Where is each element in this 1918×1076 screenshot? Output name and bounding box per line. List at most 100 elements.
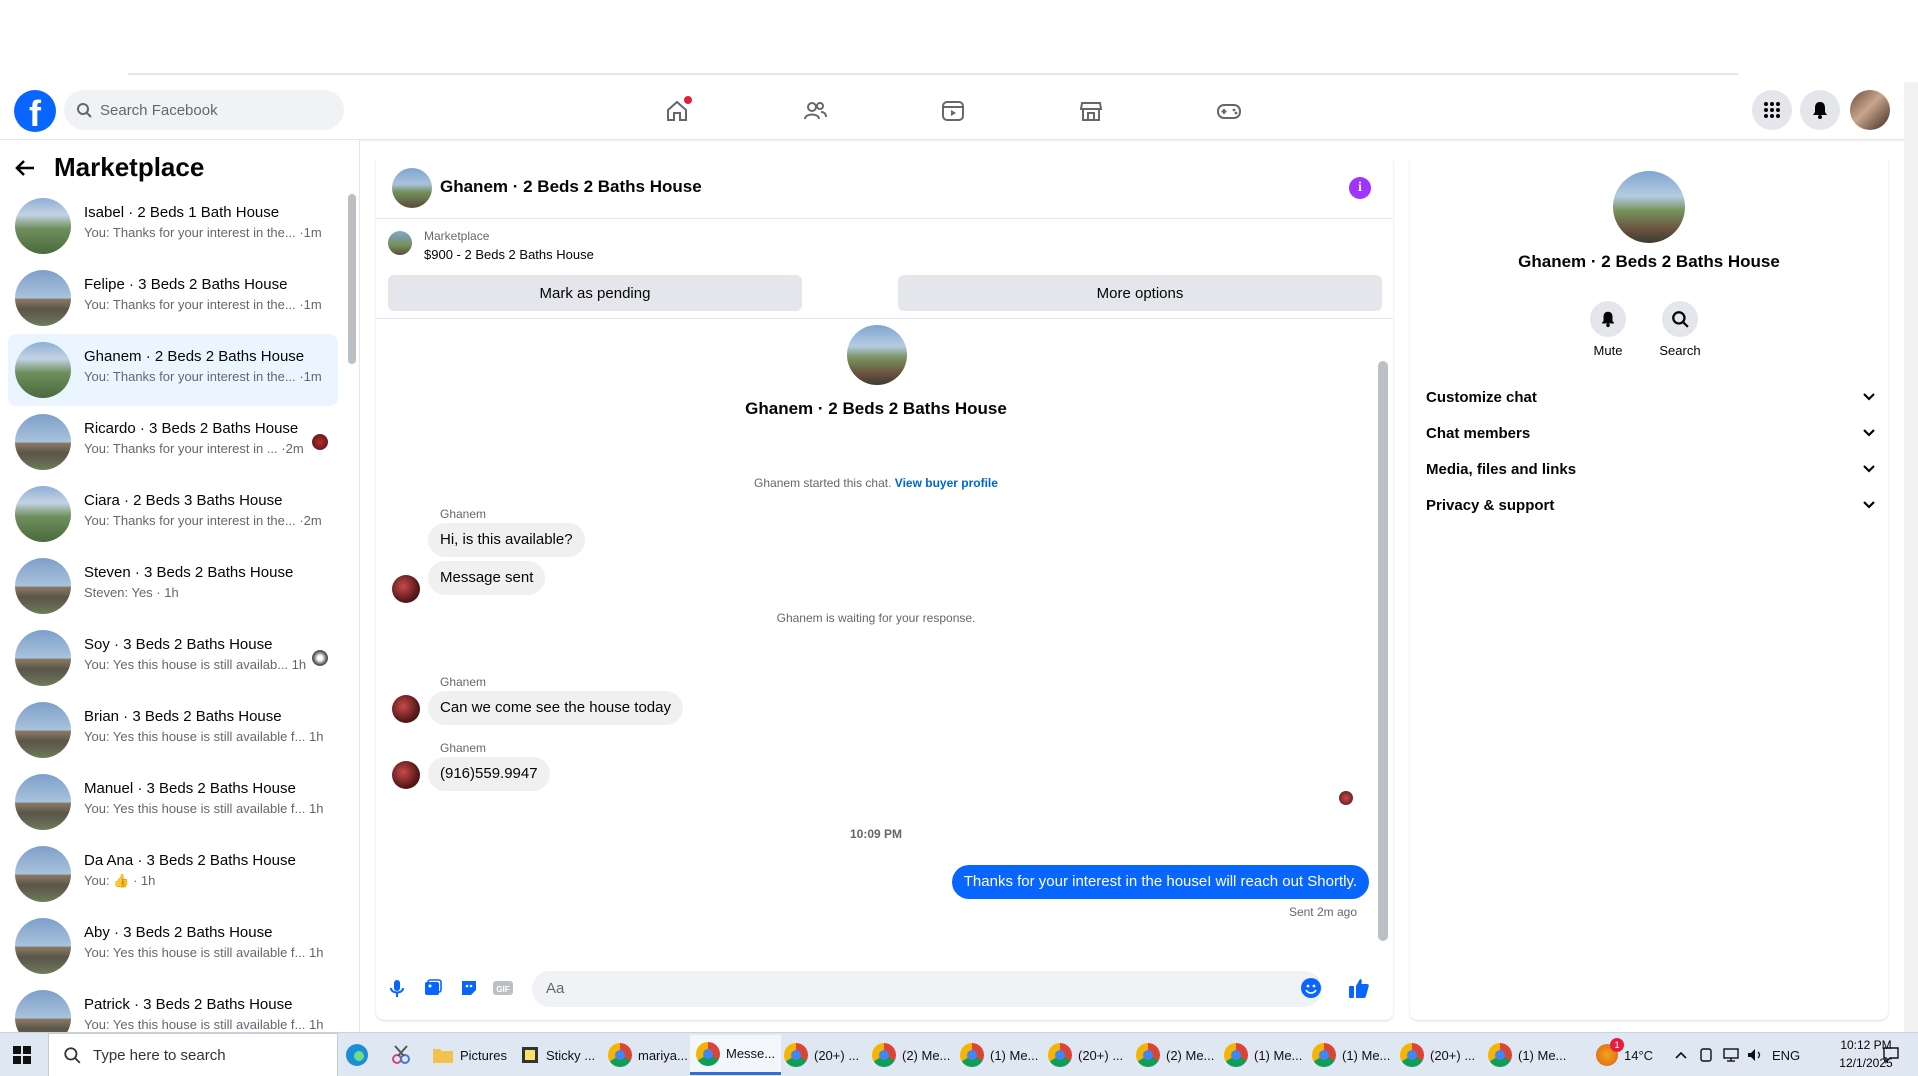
chrome-icon <box>872 1043 896 1067</box>
windows-start-icon[interactable] <box>12 1033 32 1076</box>
conversation-item[interactable]: Brian · 3 Beds 2 Baths House You: Yes thi… <box>8 694 338 766</box>
details-name: Ghanem · 2 Beds 2 Baths House <box>1518 252 1780 271</box>
conversation-item[interactable]: Aby · 3 Beds 2 Baths House You: Yes this … <box>8 910 338 982</box>
sent-status: Sent 2m ago <box>1288 905 1357 919</box>
mark-as-pending-button[interactable]: Mark as pending <box>388 275 802 311</box>
emoji-icon[interactable] <box>1298 975 1324 1001</box>
conversation-name: Patrick · 3 Beds 2 Baths House <box>84 996 293 1013</box>
language-indicator[interactable]: ENG <box>1772 1033 1800 1076</box>
sender-avatar[interactable] <box>392 761 420 789</box>
conversation-preview: You: Thanks for your interest in the... … <box>84 225 322 240</box>
listing-thumbnail[interactable] <box>388 231 412 255</box>
chrome-icon <box>1136 1043 1160 1067</box>
message-bubble[interactable]: (916)559.9947 <box>428 757 550 791</box>
listing-price[interactable]: $900 - 2 Beds 2 Baths House <box>424 247 594 262</box>
search-facebook-input[interactable]: Search Facebook <box>64 90 344 130</box>
conversation-item[interactable]: Manuel · 3 Beds 2 Baths House You: Yes th… <box>8 766 338 838</box>
chat-title[interactable]: Ghanem · 2 Beds 2 Baths House <box>440 177 702 197</box>
conversation-item[interactable]: Da Ana · 3 Beds 2 Baths House You: 👍 · 1h <box>8 838 338 910</box>
avatar <box>15 486 71 542</box>
info-icon[interactable]: i <box>1349 177 1371 199</box>
facebook-logo-icon[interactable]: f <box>14 90 56 132</box>
conversation-preview: You: Thanks for your interest in the... … <box>84 513 322 528</box>
message-bubble[interactable]: Message sent <box>428 561 546 595</box>
taskbar-app-chrome[interactable]: (20+) ... <box>1394 1035 1481 1075</box>
more-options-button[interactable]: More options <box>898 275 1382 311</box>
view-buyer-profile-link[interactable]: View buyer profile <box>895 476 998 490</box>
sender-name: Ghanem <box>440 675 487 689</box>
photo-icon[interactable] <box>420 975 446 1001</box>
chat-scrollbar[interactable] <box>1378 361 1388 941</box>
taskbar-app-label: (20+) ... <box>1430 1047 1476 1063</box>
conversation-name: Manuel · 3 Beds 2 Baths House <box>84 780 296 797</box>
message-input[interactable]: Aa <box>532 971 1322 1007</box>
menu-grid-icon[interactable] <box>1752 90 1792 130</box>
marketplace-icon[interactable] <box>1074 94 1108 128</box>
mute-button[interactable]: Mute <box>1578 301 1638 358</box>
taskbar-app-label: Pictures <box>460 1047 507 1063</box>
taskbar-search-input[interactable]: Type here to search <box>48 1033 338 1076</box>
conversation-name: Isabel · 2 Beds 1 Bath House <box>84 204 280 221</box>
edge-icon[interactable] <box>344 1033 370 1076</box>
taskbar-app-chrome[interactable]: (20+) ... <box>1042 1035 1129 1075</box>
taskbar-app-chrome[interactable]: (1) Me... <box>1482 1035 1572 1075</box>
taskbar-app-sticky[interactable]: Sticky ... <box>514 1035 601 1075</box>
battery-icon[interactable] <box>1698 1033 1714 1076</box>
my-message-bubble[interactable]: Thanks for your interest in the houseI w… <box>951 865 1369 899</box>
privacy-support-section[interactable]: Privacy & support <box>1426 483 1876 527</box>
taskbar-app-chrome[interactable]: (1) Me... <box>954 1035 1044 1075</box>
taskbar-app-chrome[interactable]: (20+) ... <box>778 1035 865 1075</box>
conversation-item-active[interactable]: Ghanem · 2 Beds 2 Baths House You: Thanks… <box>8 334 338 406</box>
conversation-item[interactable]: Isabel · 2 Beds 1 Bath House You: Thanks … <box>8 190 338 262</box>
conversation-preview: You: 👍 · 1h <box>84 873 156 888</box>
thumbs-up-icon[interactable] <box>1346 975 1372 1001</box>
conversation-item[interactable]: Ciara · 2 Beds 3 Baths House You: Thanks … <box>8 478 338 550</box>
message-bubble[interactable]: Can we come see the house today <box>428 691 683 725</box>
conversation-list-scrollbar[interactable] <box>348 194 356 364</box>
chat-avatar[interactable] <box>392 168 432 208</box>
conversation-name: Felipe · 3 Beds 2 Baths House <box>84 276 288 293</box>
message-bubble[interactable]: Hi, is this available? <box>428 523 585 557</box>
notifications-center-icon[interactable] <box>1882 1033 1900 1076</box>
taskbar-app-chrome[interactable]: mariya... <box>602 1035 694 1075</box>
taskbar-app-chrome[interactable]: (1) Me... <box>1306 1035 1396 1075</box>
conversation-item[interactable]: Steven · 3 Beds 2 Baths House Steven: Yes… <box>8 550 338 622</box>
taskbar-app-chrome[interactable]: (2) Me... <box>1130 1035 1220 1075</box>
video-icon[interactable] <box>936 94 970 128</box>
taskbar-app-chrome-active[interactable]: Messe... <box>690 1035 782 1075</box>
network-icon[interactable] <box>1722 1033 1740 1076</box>
gaming-icon[interactable] <box>1212 94 1246 128</box>
conversation-name: Brian · 3 Beds 2 Baths House <box>84 708 282 725</box>
conversation-item[interactable]: Soy · 3 Beds 2 Baths House You: Yes this … <box>8 622 338 694</box>
friends-icon[interactable] <box>798 94 832 128</box>
gif-icon[interactable]: GIF <box>490 975 516 1001</box>
snipping-tool-icon[interactable] <box>388 1033 414 1076</box>
chat-details-pane: Ghanem · 2 Beds 2 Baths House Mute Searc… <box>1410 155 1888 1020</box>
volume-icon[interactable] <box>1746 1033 1764 1076</box>
conversation-preview: You: Thanks for your interest in the... … <box>84 297 322 312</box>
taskbar-app-chrome[interactable]: (2) Me... <box>866 1035 956 1075</box>
conversation-item[interactable]: Patrick · 3 Beds 2 Baths House You: Yes t… <box>8 982 338 1032</box>
details-avatar[interactable] <box>1613 171 1685 243</box>
taskbar-search-placeholder: Type here to search <box>93 1046 226 1064</box>
sender-avatar[interactable] <box>392 695 420 723</box>
taskbar-app-chrome[interactable]: (1) Me... <box>1218 1035 1308 1075</box>
chat-intro-avatar[interactable] <box>847 325 907 385</box>
microphone-icon[interactable] <box>384 975 410 1001</box>
sender-avatar[interactable] <box>392 575 420 603</box>
avatar <box>15 198 71 254</box>
search-in-chat-button[interactable]: Search <box>1650 301 1710 358</box>
home-icon[interactable] <box>660 94 694 128</box>
conversation-item[interactable]: Felipe · 3 Beds 2 Baths House You: Thanks… <box>8 262 338 334</box>
notifications-bell-icon[interactable] <box>1800 90 1840 130</box>
taskbar-app-pictures[interactable]: Pictures <box>426 1035 513 1075</box>
sticker-icon[interactable] <box>456 975 482 1001</box>
weather-widget[interactable]: 1 14°C <box>1596 1033 1653 1076</box>
show-hidden-icons-chevron-up-icon[interactable] <box>1674 1033 1688 1076</box>
back-arrow-icon[interactable] <box>14 157 36 179</box>
conversation-preview: You: Yes this house is still available f… <box>84 945 324 960</box>
message-thread: Ghanem · 2 Beds 2 Baths House Ghanem sta… <box>376 321 1393 955</box>
account-avatar[interactable] <box>1850 90 1890 130</box>
conversation-item[interactable]: Ricardo · 3 Beds 2 Baths House You: Thank… <box>8 406 338 478</box>
page-scrollbar[interactable] <box>1904 82 1918 1032</box>
